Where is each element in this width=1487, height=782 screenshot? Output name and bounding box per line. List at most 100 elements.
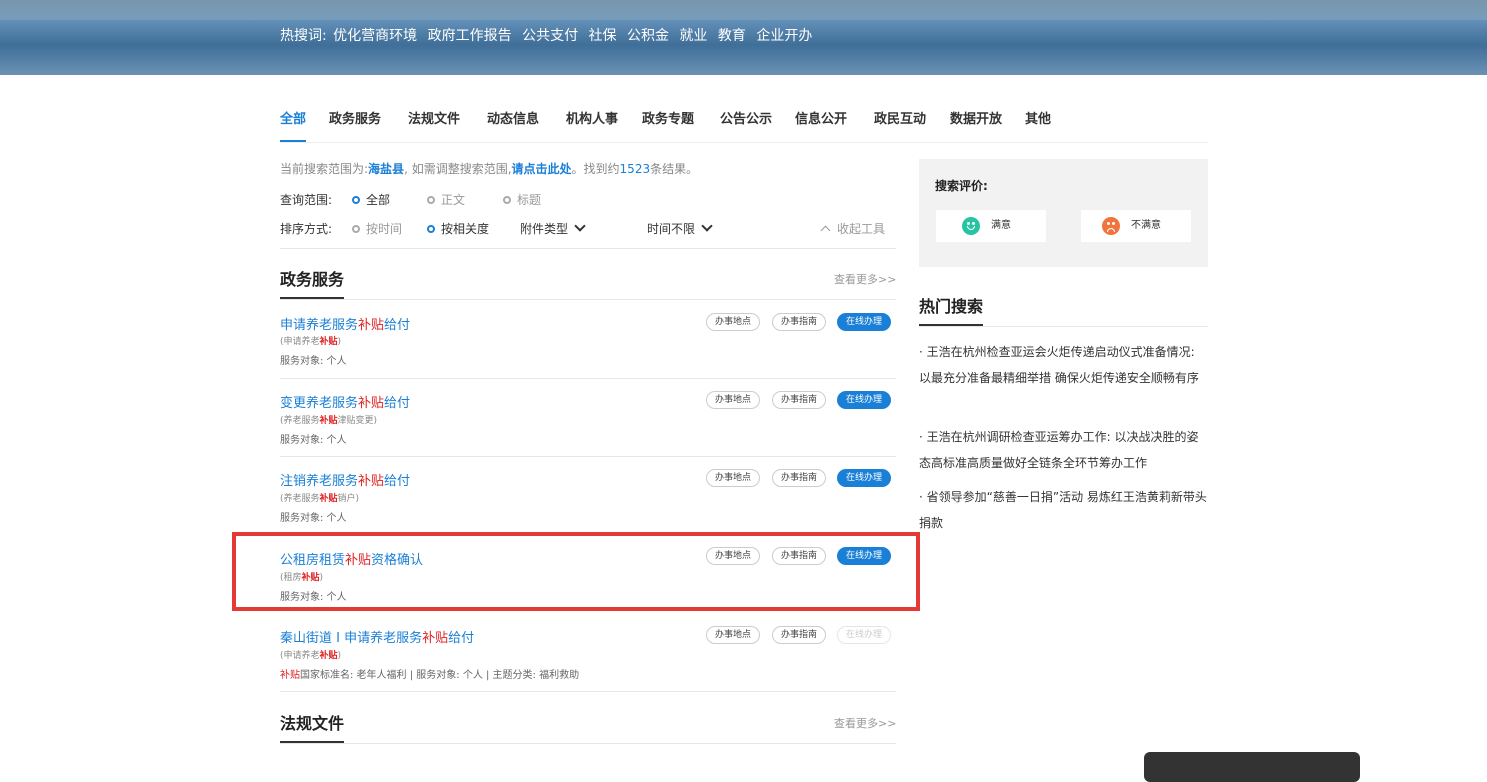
chevron-down-icon xyxy=(701,220,713,232)
annotation-highlight-box xyxy=(232,532,920,611)
unsatisfied-label: 不满意 xyxy=(1131,220,1161,231)
hot-word-link[interactable]: 公积金 xyxy=(627,28,669,44)
result-meta: 服务对象: 个人 xyxy=(280,513,347,524)
query-range-title[interactable]: 标题 xyxy=(503,191,541,208)
evaluation-label: 搜索评价: xyxy=(935,179,988,193)
query-range-title-label: 标题 xyxy=(517,193,542,207)
keyword-highlight: 补贴 xyxy=(319,416,338,426)
hot-search-item[interactable]: · 王浩在杭州调研检查亚运筹办工作: 以决战决胜的姿态高标准高质量做好全链条全环… xyxy=(919,424,1208,476)
result-title-link[interactable]: 注销养老服务补贴给付 xyxy=(280,470,410,489)
subtitle-text: (养老服务 xyxy=(280,416,320,426)
subtitle-text: 津贴变更) xyxy=(337,416,378,426)
result-title-text: 申请养老服务 xyxy=(280,318,359,333)
result-title-text: 给付 xyxy=(384,318,411,333)
category-tabs: 全部 政务服务 法规文件 动态信息 机构人事 政务专题 公告公示 信息公开 政民… xyxy=(280,108,1208,143)
result-title-link[interactable]: 秦山街道 I 申请养老服务补贴给付 xyxy=(280,627,474,646)
hot-words-bar: 热搜词: 优化营商环境 政府工作报告 公共支付 社保 公积金 就业 教育 企业开… xyxy=(280,25,818,45)
subtitle-text: ) xyxy=(337,651,342,661)
tab-personnel[interactable]: 机构人事 xyxy=(566,108,618,127)
online-apply-button[interactable]: 在线办理 xyxy=(837,313,892,331)
frown-icon xyxy=(1102,217,1120,235)
time-range-dropdown[interactable]: 时间不限 xyxy=(647,220,713,237)
keyword-highlight: 补贴 xyxy=(358,396,385,411)
view-more-link[interactable]: 查看更多>> xyxy=(834,715,896,731)
scope-found-suffix: 条结果。 xyxy=(650,162,699,176)
hot-word-link[interactable]: 教育 xyxy=(718,28,746,44)
tab-other[interactable]: 其他 xyxy=(1025,108,1051,127)
result-subtitle: (养老服务补贴销户) xyxy=(280,491,359,504)
subtitle-text: ) xyxy=(337,337,342,347)
sort-by-time[interactable]: 按时间 xyxy=(352,220,402,237)
tab-news[interactable]: 动态信息 xyxy=(487,108,539,127)
result-title-text: 给付 xyxy=(448,631,475,646)
sort-label: 排序方式: xyxy=(280,222,333,236)
office-location-button[interactable]: 办事地点 xyxy=(706,626,761,644)
radio-icon xyxy=(427,196,435,204)
scope-found-prefix: 。找到约 xyxy=(571,162,620,176)
sort-by-relevance-label: 按相关度 xyxy=(441,222,490,236)
radio-icon xyxy=(427,225,435,233)
divider xyxy=(280,456,896,457)
tab-all[interactable]: 全部 xyxy=(280,108,307,142)
hot-search-item[interactable]: · 省领导参加“慈善一日捐”活动 易炼红王浩黄莉新带头捐款 xyxy=(919,484,1208,536)
query-range-label: 查询范围: xyxy=(280,193,333,207)
attachment-type-dropdown[interactable]: 附件类型 xyxy=(520,220,586,237)
satisfied-button[interactable]: 满意 xyxy=(936,210,1046,242)
keyword-highlight: 补贴 xyxy=(319,494,338,504)
online-apply-button[interactable]: 在线办理 xyxy=(837,469,892,487)
tab-topics[interactable]: 政务专题 xyxy=(642,108,694,127)
unsatisfied-button[interactable]: 不满意 xyxy=(1081,210,1191,242)
hot-word-link[interactable]: 政府工作报告 xyxy=(428,28,512,44)
result-subtitle: (申请养老补贴) xyxy=(280,648,341,661)
divider xyxy=(280,378,896,379)
online-apply-button: 在线办理 xyxy=(837,626,892,644)
keyword-highlight: 补贴 xyxy=(422,631,449,646)
office-location-button[interactable]: 办事地点 xyxy=(706,391,761,409)
tab-gov-services[interactable]: 政务服务 xyxy=(329,108,381,127)
hot-word-link[interactable]: 企业开办 xyxy=(756,28,812,44)
view-more-link[interactable]: 查看更多>> xyxy=(834,271,896,287)
keyword-highlight: 补贴 xyxy=(358,474,385,489)
tab-interaction[interactable]: 政民互动 xyxy=(874,108,926,127)
collapse-tools-button[interactable]: 收起工具 xyxy=(820,220,885,237)
hot-word-link[interactable]: 就业 xyxy=(679,28,707,44)
sort-by-relevance[interactable]: 按相关度 xyxy=(427,220,489,237)
result-title-text: 秦山街道 I 申请养老服务 xyxy=(280,631,423,646)
hot-word-link[interactable]: 社保 xyxy=(589,28,617,44)
service-guide-button[interactable]: 办事指南 xyxy=(772,469,827,487)
tab-open-data[interactable]: 数据开放 xyxy=(950,108,1002,127)
divider xyxy=(919,326,1208,327)
query-range-body-label: 正文 xyxy=(441,193,466,207)
subtitle-text: (申请养老 xyxy=(280,337,320,347)
tab-info-disclosure[interactable]: 信息公开 xyxy=(795,108,847,127)
divider xyxy=(280,248,896,249)
search-evaluation-panel: 搜索评价: 满意 不满意 xyxy=(919,159,1208,267)
tab-announcements[interactable]: 公告公示 xyxy=(720,108,772,127)
hot-word-link[interactable]: 优化营商环境 xyxy=(333,28,417,44)
tab-regulations[interactable]: 法规文件 xyxy=(408,108,460,127)
online-apply-button[interactable]: 在线办理 xyxy=(837,391,892,409)
banner-landscape xyxy=(0,0,1487,20)
service-guide-button[interactable]: 办事指南 xyxy=(772,313,827,331)
radio-icon xyxy=(352,196,360,204)
service-guide-button[interactable]: 办事指南 xyxy=(772,391,827,409)
result-count: 1523 xyxy=(619,162,651,176)
office-location-button[interactable]: 办事地点 xyxy=(706,313,761,331)
result-title-text: 注销养老服务 xyxy=(280,474,359,489)
query-range-all[interactable]: 全部 xyxy=(352,191,390,208)
result-subtitle: (申请养老补贴) xyxy=(280,334,341,347)
scope-change-link[interactable]: 请点击此处 xyxy=(512,162,572,176)
radio-icon xyxy=(352,225,360,233)
query-range-body[interactable]: 正文 xyxy=(427,191,465,208)
hot-word-link[interactable]: 公共支付 xyxy=(522,28,578,44)
time-range-label: 时间不限 xyxy=(647,222,696,236)
office-location-button[interactable]: 办事地点 xyxy=(706,469,761,487)
result-title-link[interactable]: 变更养老服务补贴给付 xyxy=(280,392,410,411)
keyword-highlight: 补贴 xyxy=(280,670,300,681)
service-guide-button[interactable]: 办事指南 xyxy=(772,626,827,644)
scope-prefix: 当前搜索范围为: xyxy=(280,162,369,176)
result-meta-text: 国家标准名: 老年人福利 | 服务对象: 个人 | 主题分类: 福利救助 xyxy=(300,670,580,681)
result-title-link[interactable]: 申请养老服务补贴给付 xyxy=(280,314,410,333)
floating-toolbar[interactable] xyxy=(1144,752,1360,782)
hot-search-item[interactable]: · 王浩在杭州检查亚运会火炬传递启动仪式准备情况: 以最充分准备最精细举措 确保… xyxy=(919,339,1208,391)
